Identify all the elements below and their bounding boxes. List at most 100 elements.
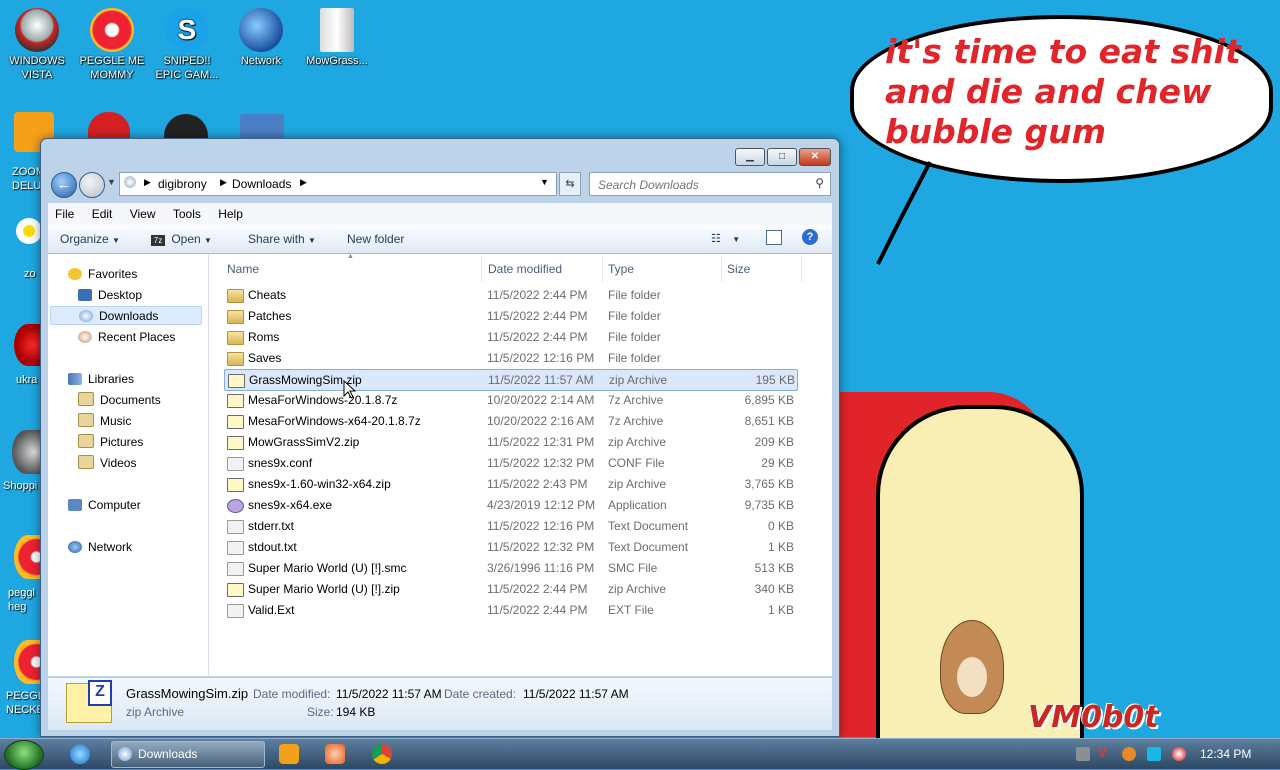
dev-icon[interactable] <box>88 112 130 138</box>
desktop-icon-peggle-neck-label[interactable]: PEGGL NECKE <box>6 689 44 717</box>
tray-app-icon[interactable] <box>1076 747 1090 761</box>
column-divider[interactable] <box>721 256 722 282</box>
nav-videos[interactable]: Videos <box>78 454 136 473</box>
file-row[interactable]: stderr.txt 11/5/2022 12:16 PM Text Documen… <box>224 516 796 536</box>
window-titlebar[interactable]: ▁ □ ✕ <box>41 139 839 173</box>
file-row[interactable]: snes9x-x64.exe 4/23/2019 12:12 PM Applicat… <box>224 495 796 515</box>
file-row[interactable]: Super Mario World (U) [!].smc 3/26/1996 1… <box>224 558 796 578</box>
open-button[interactable]: 7z Open ▼ <box>151 232 212 246</box>
file-row[interactable]: snes9x-1.60-win32-x64.zip 11/5/2022 2:43 … <box>224 474 796 494</box>
file-row[interactable]: MesaForWindows-20.1.8.7z 10/20/2022 2:14 … <box>224 390 796 410</box>
flower-icon[interactable] <box>16 218 42 244</box>
window-app-icon[interactable] <box>240 114 284 138</box>
chrome-icon[interactable] <box>372 744 392 764</box>
peggle-icon[interactable] <box>14 535 42 579</box>
search-box[interactable]: ⚲ <box>589 172 831 196</box>
maximize-button[interactable]: □ <box>767 148 797 166</box>
help-icon[interactable]: ? <box>802 229 818 245</box>
nav-recent-places[interactable]: Recent Places <box>78 328 175 347</box>
desktop-icon-zo-label[interactable]: zo <box>24 268 36 280</box>
tray-volume-icon[interactable] <box>1172 747 1186 761</box>
file-row[interactable]: Super Mario World (U) [!].zip 11/5/2022 2… <box>224 579 796 599</box>
nav-desktop[interactable]: Desktop <box>78 286 142 305</box>
file-row[interactable]: Saves 11/5/2022 12:16 PM File folder <box>224 348 796 368</box>
menu-tools[interactable]: Tools <box>166 203 208 225</box>
menu-view[interactable]: View <box>123 203 163 225</box>
navigation-pane[interactable]: Favorites Desktop Downloads Recent Place… <box>48 254 209 676</box>
column-header-date[interactable]: Date modified <box>488 262 562 276</box>
desktop-icon-sniped[interactable]: S SNIPED!! EPIC GAM... <box>152 8 222 82</box>
nav-pictures[interactable]: Pictures <box>78 433 143 452</box>
minimize-button[interactable]: ▁ <box>735 148 765 166</box>
address-dropdown-icon[interactable]: ▼ <box>540 177 549 187</box>
start-button[interactable] <box>4 740 44 770</box>
column-divider[interactable] <box>602 256 603 282</box>
breadcrumb-separator-icon: ▶ <box>220 177 227 187</box>
refresh-button[interactable]: ⇆ <box>559 172 581 196</box>
nav-favorites[interactable]: Favorites <box>68 265 137 284</box>
nav-computer[interactable]: Computer <box>68 496 141 515</box>
desktop-icon-mowgrass[interactable]: MowGrass... <box>302 8 372 68</box>
column-divider[interactable] <box>801 256 802 282</box>
organize-button[interactable]: Organize ▼ <box>60 232 120 246</box>
search-input[interactable] <box>596 175 810 195</box>
file-row[interactable]: MowGrassSimV2.zip 11/5/2022 12:31 PM zip A… <box>224 432 796 452</box>
paint-icon[interactable] <box>325 744 345 764</box>
taskbar-explorer-button[interactable]: Downloads <box>111 741 265 768</box>
internet-explorer-icon[interactable] <box>70 744 90 764</box>
watermark-logo: VM0b0t <box>1028 700 1159 735</box>
nav-network[interactable]: Network <box>68 538 132 557</box>
peggle-icon[interactable] <box>14 640 42 684</box>
column-header-size[interactable]: Size <box>727 262 750 276</box>
desktop-icon-windows-vista[interactable]: WINDOWS VISTA <box>2 8 72 82</box>
desktop-icon-shoppi-label[interactable]: Shoppi <box>3 480 37 492</box>
file-type: File folder <box>608 330 661 344</box>
desktop-icon-network[interactable]: Network <box>226 8 296 68</box>
tray-monitor-icon[interactable] <box>1147 747 1161 761</box>
folder-icon <box>227 331 244 345</box>
back-button[interactable]: ← <box>51 172 77 198</box>
file-row[interactable]: snes9x.conf 11/5/2022 12:32 PM CONF File 29… <box>224 453 796 473</box>
taskbar-clock[interactable]: 12:34 PM <box>1200 747 1251 761</box>
tray-v-icon[interactable]: V <box>1098 745 1112 760</box>
file-list-pane[interactable]: Name ▲ Date modified Type Size Cheats 11/… <box>209 253 832 676</box>
file-row[interactable]: Valid.Ext 11/5/2022 2:44 PM EXT File 1 KB <box>224 600 796 620</box>
tray-search-icon[interactable] <box>1122 747 1136 761</box>
nav-documents[interactable]: Documents <box>78 391 161 410</box>
menu-file[interactable]: File <box>48 203 81 225</box>
column-header-name[interactable]: Name <box>227 262 259 276</box>
file-row[interactable]: Patches 11/5/2022 2:44 PM File folder <box>224 306 796 326</box>
address-bar[interactable]: ▶ digibrony ▶ Downloads ▶ ▼ <box>119 172 557 196</box>
column-divider[interactable] <box>481 256 482 282</box>
shopping-icon[interactable] <box>12 430 40 474</box>
game-icon[interactable] <box>164 114 208 138</box>
desktop-icon-zoom-label[interactable]: ZOOM DELU <box>12 165 45 193</box>
desktop-icon-ukra-label[interactable]: ukra <box>16 374 37 386</box>
breadcrumb-item[interactable]: Downloads <box>232 177 291 191</box>
menu-help[interactable]: Help <box>211 203 250 225</box>
change-view-button[interactable]: ☷ ▼ <box>711 231 740 245</box>
media-player-icon[interactable] <box>279 744 299 764</box>
desktop-icon-peggle-label[interactable]: peggl heg <box>8 586 42 614</box>
preview-pane-button[interactable] <box>766 230 782 245</box>
close-button[interactable]: ✕ <box>799 148 831 166</box>
file-row[interactable]: MesaForWindows-x64-20.1.8.7z 10/20/2022 2… <box>224 411 796 431</box>
file-row[interactable]: Roms 11/5/2022 2:44 PM File folder <box>224 327 796 347</box>
search-icon[interactable]: ⚲ <box>815 176 824 190</box>
nav-downloads[interactable]: Downloads <box>50 306 202 325</box>
file-row[interactable]: GrassMowingSim.zip 11/5/2022 11:57 AM zip … <box>224 369 798 391</box>
nav-label: Computer <box>88 498 141 512</box>
file-row[interactable]: stdout.txt 11/5/2022 12:32 PM Text Documen… <box>224 537 796 557</box>
share-with-button[interactable]: Share with ▼ <box>248 232 316 246</box>
desktop-icon-peggle-me-mommy[interactable]: PEGGLE ME MOMMY <box>77 8 147 82</box>
menu-edit[interactable]: Edit <box>85 203 120 225</box>
nav-libraries[interactable]: Libraries <box>68 370 134 389</box>
breadcrumb-item[interactable]: digibrony <box>158 177 207 191</box>
recent-pages-dropdown-icon[interactable]: ▼ <box>107 177 116 187</box>
new-folder-button[interactable]: New folder <box>347 232 404 246</box>
file-row[interactable]: Cheats 11/5/2022 2:44 PM File folder <box>224 285 796 305</box>
red-circle-icon[interactable] <box>14 324 42 366</box>
column-header-type[interactable]: Type <box>608 262 634 276</box>
nav-music[interactable]: Music <box>78 412 131 431</box>
forward-button[interactable] <box>79 172 105 198</box>
